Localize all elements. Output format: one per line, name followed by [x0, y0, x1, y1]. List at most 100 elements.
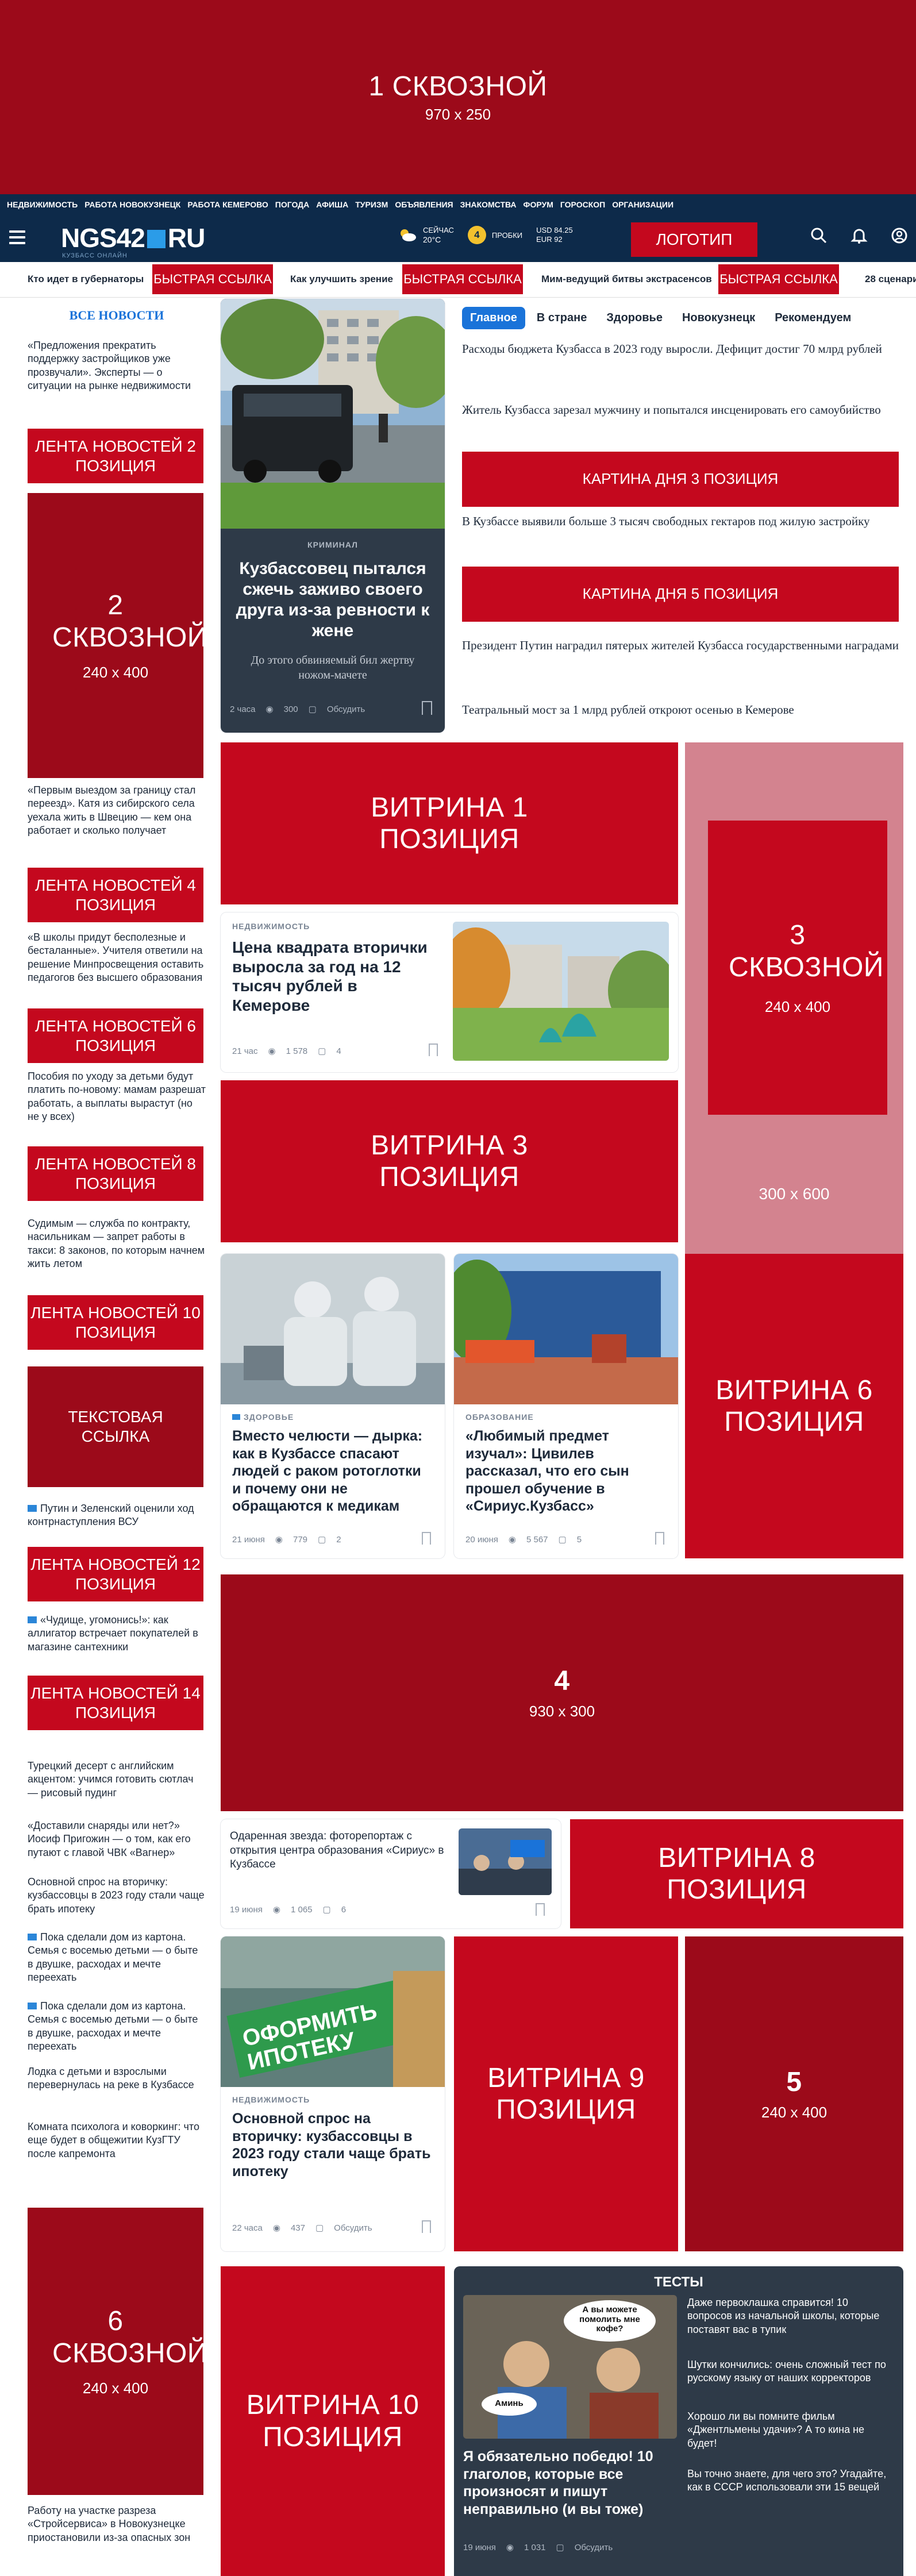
news-link[interactable]: Основной спрос на вторичку: кузбассовцы … — [28, 1876, 206, 1916]
news-link[interactable]: Комната психолога и коворкинг: что еще б… — [28, 2120, 206, 2161]
news-card[interactable]: НЕДВИЖИМОСТЬ Цена квадрата вторички выро… — [221, 912, 678, 1072]
news-link[interactable]: «Первым выездом за границу стал переезд»… — [28, 784, 206, 838]
news-link[interactable]: «Чудище, угомонись!»: как аллигатор встр… — [28, 1614, 206, 1654]
news-feed-ad[interactable]: ЛЕНТА НОВОСТЕЙ 10 ПОЗИЦИЯ — [28, 1295, 203, 1350]
nav-item[interactable]: ПОГОДА — [275, 200, 310, 209]
quick-link[interactable]: БЫСТРАЯ ССЫЛКА — [402, 264, 523, 294]
test-item[interactable]: Даже первоклашка справится! 10 вопросов … — [687, 2296, 894, 2336]
news-feed-ad[interactable]: ЛЕНТА НОВОСТЕЙ 12 ПОЗИЦИЯ — [28, 1547, 203, 1601]
banner-4[interactable]: 4 930 x 300 — [221, 1574, 903, 1811]
bookmark-icon[interactable] — [422, 701, 432, 715]
showcase-9[interactable]: ВИТРИНА 9 ПОЗИЦИЯ — [454, 1936, 678, 2251]
tests-comments[interactable]: Обсудить — [575, 2543, 613, 2552]
news-item[interactable]: Президент Путин наградил пятерых жителей… — [462, 638, 899, 653]
featured-title[interactable]: Кузбассовец пытался сжечь заживо своего … — [233, 559, 432, 641]
bookmark-icon[interactable] — [536, 1903, 545, 1916]
news-link[interactable]: Пока сделали дом из картона. Семья с вос… — [28, 1931, 206, 1985]
news-feed-ad[interactable]: ЛЕНТА НОВОСТЕЙ 8 ПОЗИЦИЯ — [28, 1146, 203, 1201]
showcase-8[interactable]: ВИТРИНА 8 ПОЗИЦИЯ — [570, 1819, 903, 1928]
news-item[interactable]: В Кузбассе выявили больше 3 тысяч свобод… — [462, 514, 899, 529]
card-comments[interactable]: 2 — [336, 1535, 341, 1545]
news-card[interactable]: ОБРАЗОВАНИЕ «Любимый предмет изучал»: Ци… — [454, 1254, 678, 1558]
news-link[interactable]: Лодка с детьми и взрослыми перевернулась… — [28, 2065, 206, 2092]
news-link[interactable]: Путин и Зеленский оценили ход контрнасту… — [28, 1502, 206, 1529]
picture-of-day-ad[interactable]: КАРТИНА ДНЯ 3 ПОЗИЦИЯ — [462, 452, 899, 507]
news-card[interactable]: Одаренная звезда: фоторепортаж с открыти… — [221, 1819, 561, 1928]
news-card[interactable]: ЗДОРОВЬЕ Вместо челюсти — дырка: как в К… — [221, 1254, 445, 1558]
ticker-item[interactable]: Мим-ведущий битвы экстрасенсов — [541, 262, 712, 297]
banner-6[interactable]: 6 СКВОЗНОЙ 240 x 400 — [28, 2208, 207, 2495]
banner-1[interactable]: 1 СКВОЗНОЙ 970 x 250 — [0, 0, 916, 194]
showcase-6[interactable]: ВИТРИНА 6 ПОЗИЦИЯ — [685, 1254, 903, 1558]
news-link[interactable]: Пособия по уходу за детьми будут платить… — [28, 1070, 206, 1124]
tab-recommend[interactable]: Рекомендуем — [767, 307, 859, 329]
picture-of-day-ad[interactable]: КАРТИНА ДНЯ 5 ПОЗИЦИЯ — [462, 567, 899, 622]
logo[interactable]: NGS42 RU — [61, 225, 205, 251]
news-link[interactable]: Турецкий десерт с английским акцентом: у… — [28, 1759, 206, 1800]
nav-item[interactable]: ЗНАКОМСТВА — [460, 200, 517, 209]
banner-5[interactable]: 5 240 x 400 — [685, 1936, 903, 2251]
nav-item[interactable]: НЕДВИЖИМОСТЬ — [7, 200, 78, 209]
nav-item[interactable]: АФИША — [316, 200, 348, 209]
quick-link[interactable]: БЫСТРАЯ ССЫЛКА — [718, 264, 839, 294]
nav-item[interactable]: ГОРОСКОП — [560, 200, 605, 209]
card-title[interactable]: Цена квадрата вторички выросла за год на… — [232, 938, 439, 1015]
tab-health[interactable]: Здоровье — [598, 307, 671, 329]
tab-novokuznetsk[interactable]: Новокузнецк — [674, 307, 763, 329]
text-link-ad[interactable]: ТЕКСТОВАЯ ССЫЛКА — [28, 1366, 203, 1487]
news-item[interactable]: Расходы бюджета Кузбасса в 2023 году выр… — [462, 341, 899, 357]
tab-country[interactable]: В стране — [529, 307, 595, 329]
nav-item[interactable]: ОБЪЯВЛЕНИЯ — [395, 200, 453, 209]
all-news-link[interactable]: ВСЕ НОВОСТИ — [28, 308, 206, 323]
news-item[interactable]: Театральный мост за 1 млрд рублей открою… — [462, 702, 899, 718]
featured-card[interactable]: КРИМИНАЛ Кузбассовец пытался сжечь зажив… — [221, 299, 445, 733]
card-comments[interactable]: 5 — [577, 1535, 582, 1545]
news-link[interactable]: Пока сделали дом из картона. Семья с вос… — [28, 2000, 206, 2054]
nav-item[interactable]: ОРГАНИЗАЦИИ — [612, 200, 673, 209]
ticker-item[interactable]: 28 сценариев — [865, 262, 916, 297]
news-feed-ad[interactable]: ЛЕНТА НОВОСТЕЙ 4 ПОЗИЦИЯ — [28, 868, 203, 922]
bookmark-icon[interactable] — [422, 1532, 431, 1545]
news-link[interactable]: «В школы придут бесполезные и бесталанны… — [28, 931, 206, 985]
nav-item[interactable]: РАБОТА НОВОКУЗНЕЦК — [84, 200, 180, 209]
news-feed-ad[interactable]: ЛЕНТА НОВОСТЕЙ 2 ПОЗИЦИЯ — [28, 429, 203, 483]
weather-widget[interactable]: СЕЙЧАС 20°C 4 ПРОБКИ USD 84.25 EUR 92 — [398, 226, 573, 245]
user-icon[interactable] — [891, 227, 908, 244]
card-comments[interactable]: 4 — [336, 1046, 341, 1056]
test-item[interactable]: Хорошо ли вы помните фильм «Джентльмены … — [687, 2410, 894, 2450]
test-item[interactable]: Шутки кончились: очень сложный тест по р… — [687, 2358, 894, 2385]
news-card[interactable]: ОФОРМИТЬ ИПОТЕКУ НЕДВИЖИМОСТЬ Основной с… — [221, 1936, 445, 2251]
news-feed-ad[interactable]: ЛЕНТА НОВОСТЕЙ 14 ПОЗИЦИЯ — [28, 1676, 203, 1730]
news-link[interactable]: «Предложения прекратить поддержку застро… — [28, 339, 206, 393]
nav-item[interactable]: РАБОТА КЕМЕРОВО — [187, 200, 268, 209]
ticker-item[interactable]: Как улучшить зрение — [290, 262, 393, 297]
tests-main-title[interactable]: Я обязательно победю! 10 глаголов, котор… — [463, 2448, 677, 2518]
news-item[interactable]: Житель Кузбасса зарезал мужчину и попыта… — [462, 402, 899, 418]
bookmark-icon[interactable] — [422, 2220, 431, 2233]
menu-icon[interactable] — [9, 230, 25, 248]
featured-comments[interactable]: Обсудить — [327, 704, 365, 714]
card-comments[interactable]: 6 — [341, 1905, 346, 1915]
card-title[interactable]: «Любимый предмет изучал»: Цивилев расска… — [465, 1427, 667, 1515]
ticker-item[interactable]: Кто идет в губернаторы — [28, 262, 144, 297]
news-link[interactable]: Судимым — служба по контракту, насильник… — [28, 1217, 206, 1271]
banner-3[interactable]: 3 СКВОЗНОЙ 240 x 400 — [708, 821, 887, 1115]
search-icon[interactable] — [810, 227, 828, 244]
showcase-3[interactable]: ВИТРИНА 3 ПОЗИЦИЯ — [221, 1080, 678, 1242]
card-title[interactable]: Одаренная звезда: фоторепортаж с открыти… — [230, 1830, 448, 1872]
tab-main[interactable]: Главное — [462, 307, 525, 329]
test-item[interactable]: Вы точно знаете, для чего это? Угадайте,… — [687, 2467, 894, 2494]
bookmark-icon[interactable] — [655, 1532, 664, 1545]
news-link[interactable]: «Доставили снаряды или нет?» Иосиф Приго… — [28, 1819, 206, 1859]
showcase-10[interactable]: ВИТРИНА 10 ПОЗИЦИЯ — [221, 2266, 445, 2576]
logo-button[interactable]: ЛОГОТИП — [631, 222, 757, 257]
showcase-1[interactable]: ВИТРИНА 1 ПОЗИЦИЯ — [221, 742, 678, 904]
nav-item[interactable]: ТУРИЗМ — [355, 200, 388, 209]
card-title[interactable]: Вместо челюсти — дырка: как в Кузбассе с… — [232, 1427, 433, 1515]
news-link[interactable]: Работу на участке разреза «Стройсервиса»… — [28, 2504, 206, 2544]
quick-link[interactable]: БЫСТРАЯ ССЫЛКА — [152, 264, 273, 294]
bookmark-icon[interactable] — [429, 1044, 438, 1056]
news-feed-ad[interactable]: ЛЕНТА НОВОСТЕЙ 6 ПОЗИЦИЯ — [28, 1008, 203, 1063]
bell-icon[interactable] — [850, 227, 868, 244]
card-title[interactable]: Основной спрос на вторичку: кузбассовцы … — [232, 2110, 433, 2180]
